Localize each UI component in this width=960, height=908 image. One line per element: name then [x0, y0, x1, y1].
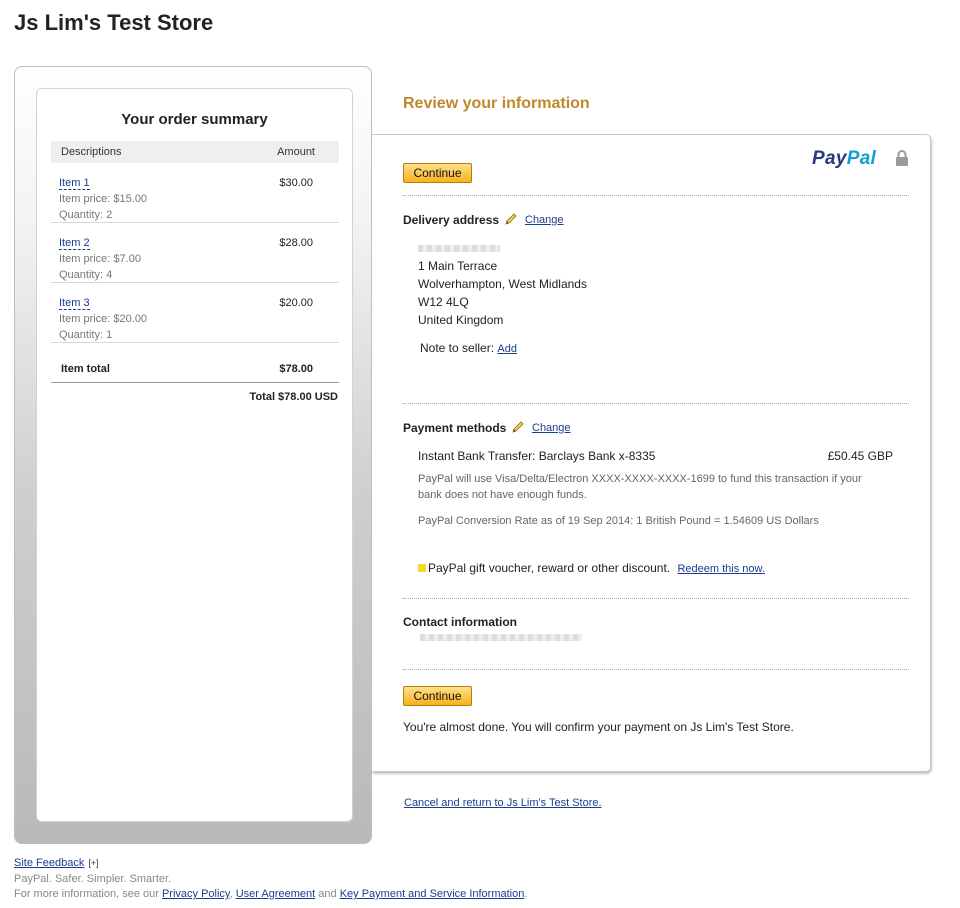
review-title: Review your information	[403, 95, 590, 112]
item-price: Item price: $15.00	[59, 193, 148, 205]
order-summary-panel: Your order summary Descriptions Amount I…	[14, 66, 372, 844]
item-total-row: Item total $78.00	[51, 354, 339, 383]
delivery-address-heading: Delivery address	[403, 213, 500, 227]
key-payment-info-link[interactable]: Key Payment and Service Information	[340, 888, 525, 900]
site-feedback-row: Site Feedback [+]	[14, 857, 99, 869]
item-quantity: Quantity: 1	[59, 329, 113, 341]
change-payment-link[interactable]: Change	[532, 422, 571, 434]
footer-more-info: For more information, see our	[14, 888, 159, 900]
order-summary-title: Your order summary	[121, 111, 268, 128]
change-delivery-link[interactable]: Change	[525, 214, 564, 226]
paypal-logo-pay: Pay	[812, 148, 847, 169]
add-note-link[interactable]: Add	[497, 343, 517, 355]
almost-done-text: You're almost done. You will confirm you…	[403, 720, 794, 734]
address-line-3: W12 4LQ	[418, 295, 469, 309]
item-total-label: Item total	[61, 363, 110, 375]
divider	[403, 195, 909, 196]
store-title: Js Lim's Test Store	[14, 10, 214, 35]
item-quantity: Quantity: 4	[59, 269, 113, 281]
voucher-marker-icon	[418, 564, 426, 572]
address-line-1: 1 Main Terrace	[418, 259, 498, 273]
address-line-2: Wolverhampton, West Midlands	[418, 277, 587, 291]
address-line-4: United Kingdom	[418, 313, 504, 327]
continue-button-top[interactable]: Continue	[403, 163, 472, 183]
item-price: Item price: $7.00	[59, 253, 141, 265]
continue-button-bottom[interactable]: Continue	[403, 686, 472, 706]
site-feedback-link[interactable]: Site Feedback	[14, 857, 84, 869]
paypal-logo-pal: Pal	[846, 148, 877, 169]
privacy-policy-link[interactable]: Privacy Policy	[162, 888, 230, 900]
paypal-logo: PayPal	[812, 148, 876, 170]
footer-comma: ,	[229, 888, 233, 900]
item-total-value: $78.00	[279, 363, 313, 375]
payment-method: Instant Bank Transfer: Barclays Bank x-8…	[418, 449, 656, 463]
divider	[403, 403, 909, 404]
note-to-seller-label: Note to seller:	[420, 341, 495, 355]
divider	[403, 598, 909, 599]
item-amount: $30.00	[279, 177, 313, 189]
list-item: Item 3 $20.00 Item price: $20.00 Quantit…	[51, 283, 339, 343]
item-link[interactable]: Item 1	[59, 177, 90, 190]
descriptions-header: Descriptions	[61, 146, 122, 158]
pencil-icon	[512, 421, 524, 433]
list-item: Item 2 $28.00 Item price: $7.00 Quantity…	[51, 223, 339, 283]
lock-icon	[896, 150, 908, 166]
order-summary-card: Your order summary Descriptions Amount I…	[36, 88, 353, 822]
user-agreement-link[interactable]: User Agreement	[236, 888, 315, 900]
footer-period: .	[524, 888, 528, 900]
item-link[interactable]: Item 3	[59, 297, 90, 310]
redacted-name	[418, 245, 500, 252]
footer-tagline: PayPal. Safer. Simpler. Smarter.	[14, 873, 172, 885]
payment-methods-heading: Payment methods	[403, 421, 507, 435]
grand-total: Total $78.00 USD	[249, 391, 338, 403]
conversion-rate: PayPal Conversion Rate as of 19 Sep 2014…	[418, 515, 819, 527]
item-amount: $28.00	[279, 237, 313, 249]
item-price: Item price: $20.00	[59, 313, 148, 325]
list-item: Item 1 $30.00 Item price: $15.00 Quantit…	[51, 163, 339, 223]
feedback-expander[interactable]: [+]	[88, 858, 98, 868]
footer-legal: For more information, see our Privacy Po…	[14, 888, 527, 900]
redeem-link[interactable]: Redeem this now.	[677, 563, 764, 575]
payment-amount: £50.45 GBP	[827, 449, 893, 463]
cancel-return-link[interactable]: Cancel and return to Js Lim's Test Store…	[404, 797, 602, 809]
summary-items: Item 1 $30.00 Item price: $15.00 Quantit…	[51, 163, 339, 343]
item-link[interactable]: Item 2	[59, 237, 90, 250]
funding-note: PayPal will use Visa/Delta/Electron XXXX…	[418, 473, 862, 501]
item-quantity: Quantity: 2	[59, 209, 113, 221]
amount-header: Amount	[277, 146, 315, 158]
voucher-text: PayPal gift voucher, reward or other dis…	[428, 561, 671, 575]
footer-and: and	[318, 888, 337, 900]
divider	[403, 669, 909, 670]
contact-information-heading: Contact information	[403, 615, 517, 629]
voucher-line: PayPal gift voucher, reward or other dis…	[418, 561, 765, 575]
summary-table-header: Descriptions Amount	[51, 141, 339, 163]
item-amount: $20.00	[279, 297, 313, 309]
redacted-email	[420, 634, 582, 641]
pencil-icon	[505, 213, 517, 225]
note-to-seller: Note to seller: Add	[420, 341, 517, 355]
